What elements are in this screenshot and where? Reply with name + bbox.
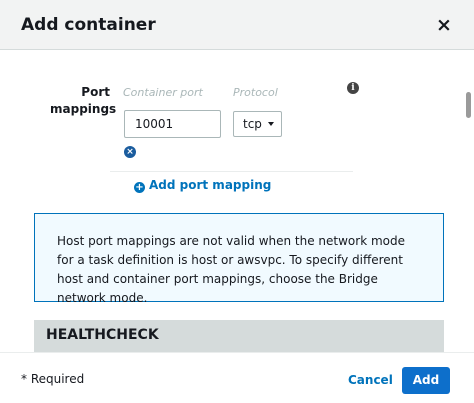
modal-title: Add container [21,15,156,35]
add-port-mapping-link[interactable]: + Add port mapping [134,177,271,193]
healthcheck-title: HEALTHCHECK [46,327,159,343]
cancel-button[interactable]: Cancel [348,373,393,387]
plus-circle-icon: + [134,182,145,193]
scrollbar[interactable] [466,50,472,352]
scrollbar-thumb[interactable] [466,92,471,118]
modal-header: Add container × [0,0,474,50]
close-icon[interactable]: × [436,16,452,35]
alert-text: Host port mappings are not valid when th… [57,234,405,305]
protocol-header: Protocol [233,86,278,99]
info-icon[interactable]: i [347,82,359,94]
remove-circle-icon[interactable]: × [124,146,136,158]
row-divider [110,171,353,172]
healthcheck-section-header[interactable]: HEALTHCHECK [34,320,444,352]
port-mappings-label: Port mappings [50,85,117,116]
info-alert: Host port mappings are not valid when th… [34,213,444,305]
caret-down-icon [268,122,274,126]
required-note: * Required [21,372,85,386]
add-button[interactable]: Add [402,367,450,394]
protocol-selected-value: tcp [243,117,262,131]
container-port-header: Container port [123,86,203,99]
container-port-input[interactable] [124,110,221,138]
protocol-select[interactable]: tcp [233,111,282,137]
add-port-mapping-label: Add port mapping [149,178,272,192]
